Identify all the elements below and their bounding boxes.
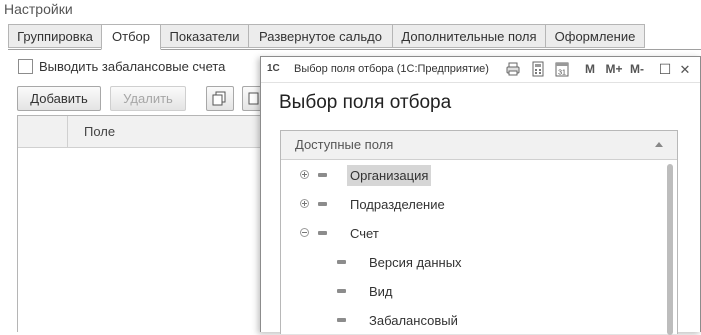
app-logo: 1С	[267, 63, 280, 74]
tree-item-label: Счет	[350, 226, 379, 241]
collapse-minus-icon[interactable]	[300, 228, 309, 237]
maximize-button[interactable]: ☐	[657, 61, 673, 78]
field-icon	[318, 231, 327, 235]
field-icon	[337, 289, 346, 293]
calendar-day-text: 31	[558, 70, 566, 77]
tree-item-label: Версия данных	[369, 255, 462, 270]
tree-header-label: Доступные поля	[295, 137, 394, 152]
field-selection-dialog: 1С Выбор поля отбора (1С:Предприятие) 31	[260, 56, 701, 335]
dialog-titlebar[interactable]: 1С Выбор поля отбора (1С:Предприятие) 31	[261, 57, 700, 83]
tab-indicators[interactable]: Показатели	[160, 24, 249, 48]
offbalance-checkbox[interactable]	[18, 59, 33, 74]
tree-row-subdivision[interactable]: Подразделение	[281, 190, 677, 219]
tree-row-offbalance[interactable]: Забалансовый	[281, 306, 677, 335]
tab-appearance[interactable]: Оформление	[545, 24, 645, 48]
tab-additional-fields[interactable]: Дополнительные поля	[392, 24, 546, 48]
delete-button[interactable]: Удалить	[110, 86, 186, 111]
add-button[interactable]: Добавить	[17, 86, 101, 111]
calculator-button[interactable]	[529, 61, 547, 78]
calendar-icon: 31	[555, 62, 569, 77]
dialog-form-title: Выбор поля отбора	[279, 92, 452, 113]
tree-row-kind[interactable]: Вид	[281, 277, 677, 306]
offbalance-checkbox-label: Выводить забалансовые счета	[39, 59, 226, 74]
memory-button[interactable]: M	[583, 61, 597, 78]
grid-header: Поле	[18, 116, 266, 148]
window-title: Выбор поля отбора (1С:Предприятие)	[294, 63, 489, 75]
settings-title: Настройки	[4, 1, 73, 17]
tree-row-account[interactable]: Счет	[281, 219, 677, 248]
memory-minus-button[interactable]: M-	[627, 61, 647, 78]
expand-plus-icon[interactable]	[300, 170, 309, 179]
printer-icon	[506, 62, 520, 76]
copy-button[interactable]	[206, 86, 234, 111]
tree-row-organization[interactable]: Организация	[281, 161, 677, 190]
close-button[interactable]: ✕	[677, 61, 693, 78]
tab-grouping[interactable]: Группировка	[8, 24, 102, 48]
field-icon	[318, 173, 327, 177]
tree-item-label: Подразделение	[350, 197, 445, 212]
grid-column-separator	[67, 116, 68, 147]
filter-grid[interactable]: Поле	[17, 115, 267, 332]
tree-item-label: Вид	[369, 284, 393, 299]
memory-plus-button[interactable]: M+	[604, 61, 624, 78]
scrollbar-thumb[interactable]	[667, 164, 673, 335]
print-button[interactable]	[504, 61, 522, 78]
more-button[interactable]	[242, 86, 262, 111]
tree-scrollbar[interactable]	[666, 159, 674, 335]
settings-tab-bar: Группировка Отбор Показатели Развернутое…	[8, 24, 701, 50]
calculator-icon	[532, 61, 544, 77]
tree-item-label: Организация	[347, 165, 432, 186]
expand-plus-icon[interactable]	[300, 199, 309, 208]
available-fields-tree[interactable]: Доступные поля Организация Подразделение…	[280, 130, 678, 335]
tab-filter[interactable]: Отбор	[101, 24, 161, 50]
tab-expanded-balance[interactable]: Развернутое сальдо	[248, 24, 393, 48]
tree-row-data-version[interactable]: Версия данных	[281, 248, 677, 277]
tree-item-label: Забалансовый	[369, 313, 458, 328]
field-icon	[337, 318, 346, 322]
grid-column-field[interactable]: Поле	[84, 116, 115, 147]
field-icon	[337, 260, 346, 264]
paste-icon	[248, 92, 259, 105]
sort-arrow-icon	[655, 142, 663, 147]
calendar-button[interactable]: 31	[553, 61, 571, 78]
copy-icon	[212, 91, 226, 106]
field-icon	[318, 202, 327, 206]
tree-header[interactable]: Доступные поля	[281, 131, 677, 160]
